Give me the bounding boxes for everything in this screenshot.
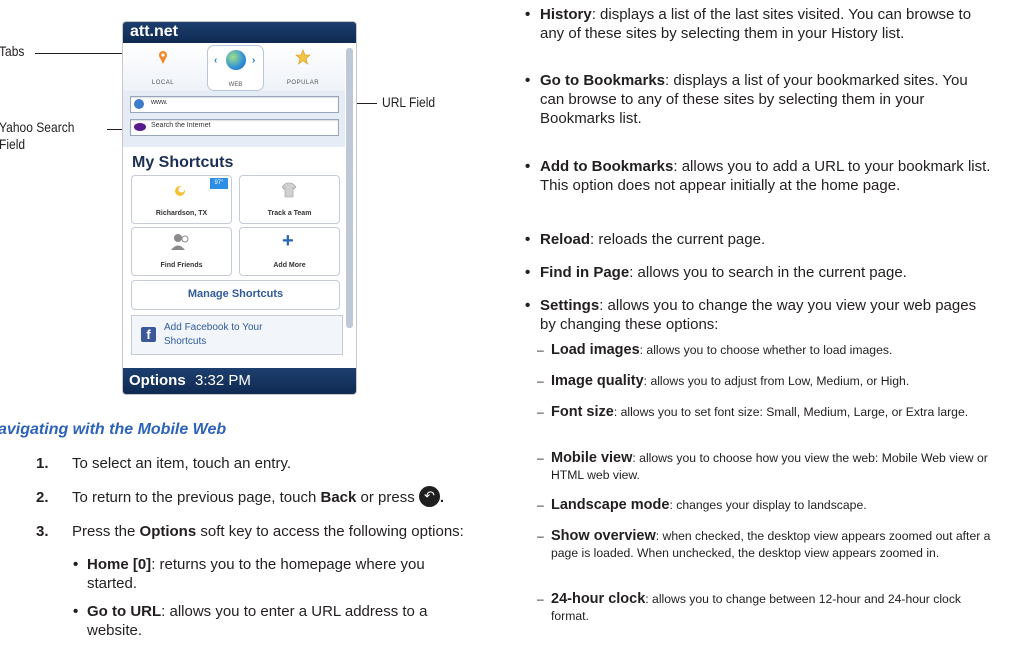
tab-popular[interactable]: POPULAR [273,47,333,89]
tile-weather[interactable]: 97° Richardson, TX [131,175,232,224]
people-icon [171,234,189,250]
callout-tabs: Tabs [0,43,25,59]
jersey-icon [281,182,297,198]
step-number: 2. [36,489,49,506]
facebook-shortcut-row[interactable]: f Add Facebook to Your Shortcuts [131,315,343,355]
step-text: To return to the previous page, touch Ba… [72,486,445,508]
location-pin-icon [159,51,167,64]
url-field[interactable]: www. [130,96,339,113]
tile-weather-label: Richardson, TX [155,210,208,217]
tile-find-friends-label: Find Friends [160,262,203,269]
tab-strip: LOCAL ‹ › WEB POPULAR [123,43,345,91]
callout-line-tabs [35,53,125,55]
facebook-icon: f [141,327,156,342]
tile-track-team-label: Track a Team [267,210,312,217]
globe-small-icon [134,99,144,109]
callout-url: URL Field [382,94,436,110]
tile-find-friends[interactable]: Find Friends [131,227,232,276]
tab-popular-label: POPULAR [286,80,320,86]
callout-yahoo-line1: Yahoo Search [0,119,75,135]
star-icon [295,49,311,65]
weather-badge: 97° [210,178,228,189]
browser-title-bar: att.net [123,22,356,43]
step-text: To select an item, touch an entry. [72,455,292,472]
step-number: 1. [36,455,49,472]
step-text: Press the Options soft key to access the… [72,523,464,540]
section-heading: avigating with the Mobile Web [0,421,227,438]
url-field-value: www. [151,99,168,106]
plus-icon: + [282,230,294,252]
sun-icon [175,186,185,196]
chevron-right-icon: › [252,55,256,66]
tile-track-team[interactable]: Track a Team [239,175,340,224]
manage-shortcuts-button[interactable]: Manage Shortcuts [131,280,340,310]
manage-shortcuts-label: Manage Shortcuts [187,288,284,300]
yahoo-icon [134,123,146,131]
tab-local[interactable]: LOCAL [133,47,193,89]
back-key-icon: ↶ [418,486,440,508]
shortcuts-title: My Shortcuts [132,154,234,171]
bottom-bar: Options 3:32 PM [123,368,356,394]
facebook-shortcut-text: Add Facebook to Your Shortcuts [164,322,263,347]
callout-yahoo-line2: Field [0,136,26,152]
step-number: 3. [36,523,49,540]
clock: 3:32 PM [195,372,251,389]
options-softkey[interactable]: Options [129,372,186,389]
phone-screen: att.net LOCAL ‹ › WEB POPULAR www. Searc… [123,22,356,394]
tab-web-label: WEB [228,82,243,88]
globe-icon [226,50,246,70]
tab-web[interactable]: ‹ › WEB [207,45,264,91]
search-placeholder: Search the Internet [151,122,211,129]
chevron-left-icon: ‹ [214,55,218,66]
browser-title: att.net [130,23,178,40]
scrollbar[interactable] [346,48,353,328]
yahoo-search-field[interactable]: Search the Internet [130,119,339,136]
input-strip: www. Search the Internet [123,91,345,147]
tile-add-more[interactable]: + Add More [239,227,340,276]
tab-local-label: LOCAL [151,80,175,86]
tile-add-more-label: Add More [273,262,306,269]
